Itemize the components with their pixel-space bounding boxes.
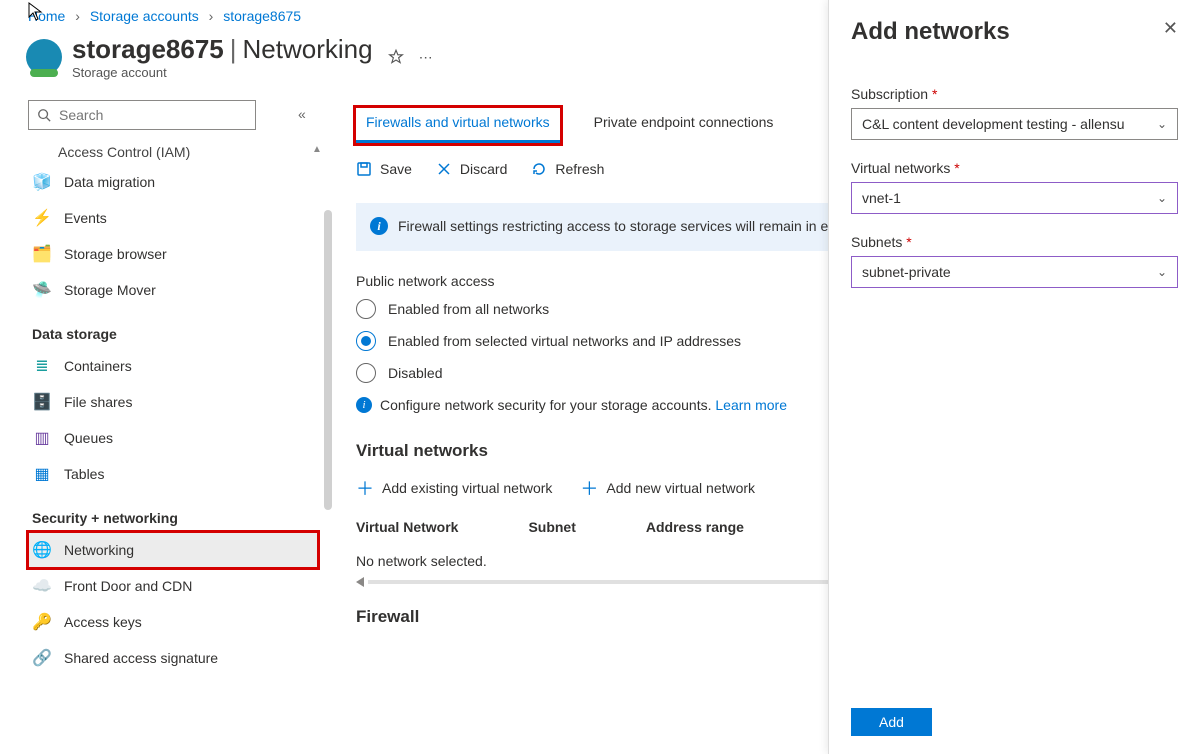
sidebar-item-file-shares[interactable]: 🗄️File shares xyxy=(28,384,318,420)
virtual-networks-label: Virtual networks * xyxy=(851,160,1178,176)
front-door-icon: ☁️ xyxy=(32,576,52,596)
storage-mover-icon: 🛸 xyxy=(32,280,52,300)
radio-icon xyxy=(356,299,376,319)
save-button[interactable]: Save xyxy=(356,161,412,177)
chevron-right-icon: › xyxy=(75,8,80,24)
tab-private-endpoint[interactable]: Private endpoint connections xyxy=(592,108,776,143)
sidebar-section-data-storage: Data storage xyxy=(32,326,318,342)
sidebar-item-containers[interactable]: ≣Containers xyxy=(28,348,318,384)
sidebar-item-storage-mover[interactable]: 🛸Storage Mover xyxy=(28,272,318,308)
events-icon: ⚡ xyxy=(32,208,52,228)
containers-icon: ≣ xyxy=(32,356,52,376)
favorite-star-icon[interactable] xyxy=(387,48,405,66)
shared-access-signature-icon: 🔗 xyxy=(32,648,52,668)
networking-icon: 🌐 xyxy=(32,540,52,560)
subnets-dropdown[interactable]: subnet-private ⌄ xyxy=(851,256,1178,288)
sidebar-item-tables[interactable]: ▦Tables xyxy=(28,456,318,492)
sidebar-item-storage-browser[interactable]: 🗂️Storage browser xyxy=(28,236,318,272)
save-icon xyxy=(356,161,372,177)
close-icon[interactable]: ✕ xyxy=(1163,18,1178,39)
sidebar-item-data-migration[interactable]: 🧊Data migration xyxy=(28,164,318,200)
radio-selected-icon xyxy=(356,331,376,351)
collapse-sidebar-icon[interactable]: « xyxy=(298,106,306,122)
subscription-label: Subscription * xyxy=(851,86,1178,102)
page-title: storage8675|Networking xyxy=(72,34,373,65)
sidebar-item-access-control[interactable]: Access Control (IAM) xyxy=(28,140,318,164)
add-new-vnet-button[interactable]: ＋Add new virtual network xyxy=(580,475,755,501)
flyout-title: Add networks xyxy=(851,18,1010,46)
resource-type-label: Storage account xyxy=(72,65,373,80)
storage-browser-icon: 🗂️ xyxy=(32,244,52,264)
sidebar-item-sas[interactable]: 🔗Shared access signature xyxy=(28,640,318,676)
sidebar-section-security: Security + networking xyxy=(32,510,318,526)
sidebar-item-events[interactable]: ⚡Events xyxy=(28,200,318,236)
cursor-icon xyxy=(28,2,44,25)
add-networks-panel: Add networks ✕ Subscription * C&L conten… xyxy=(828,0,1200,754)
refresh-button[interactable]: Refresh xyxy=(531,161,604,177)
col-subnet: Subnet xyxy=(528,519,575,535)
sidebar-search[interactable] xyxy=(28,100,256,130)
add-button[interactable]: Add xyxy=(851,708,932,736)
discard-icon xyxy=(436,161,452,177)
data-migration-icon: 🧊 xyxy=(32,172,52,192)
plus-icon: ＋ xyxy=(580,475,598,501)
subscription-dropdown[interactable]: C&L content development testing - allens… xyxy=(851,108,1178,140)
col-address-range: Address range xyxy=(646,519,744,535)
tables-icon: ▦ xyxy=(32,464,52,484)
file-shares-icon: 🗄️ xyxy=(32,392,52,412)
chevron-down-icon: ⌄ xyxy=(1157,191,1167,205)
refresh-icon xyxy=(531,161,547,177)
more-menu-icon[interactable]: ⋯ xyxy=(419,49,433,66)
plus-icon: ＋ xyxy=(356,475,374,501)
search-input[interactable] xyxy=(57,106,247,124)
storage-account-icon xyxy=(26,39,62,75)
chevron-down-icon: ⌄ xyxy=(1157,117,1167,131)
subnets-label: Subnets * xyxy=(851,234,1178,250)
breadcrumb-storage-accounts[interactable]: Storage accounts xyxy=(90,8,199,24)
add-existing-vnet-button[interactable]: ＋Add existing virtual network xyxy=(356,475,552,501)
sidebar-item-queues[interactable]: ▥Queues xyxy=(28,420,318,456)
sidebar-item-access-keys[interactable]: 🔑Access keys xyxy=(28,604,318,640)
info-icon: i xyxy=(370,217,388,235)
chevron-right-icon: › xyxy=(209,8,214,24)
breadcrumb-storage8675[interactable]: storage8675 xyxy=(223,8,301,24)
queues-icon: ▥ xyxy=(32,428,52,448)
discard-button[interactable]: Discard xyxy=(436,161,507,177)
chevron-down-icon: ⌄ xyxy=(1157,265,1167,279)
learn-more-link[interactable]: Learn more xyxy=(715,397,787,413)
virtual-networks-dropdown[interactable]: vnet-1 ⌄ xyxy=(851,182,1178,214)
sidebar-item-front-door[interactable]: ☁️Front Door and CDN xyxy=(28,568,318,604)
info-icon: i xyxy=(356,397,372,413)
access-keys-icon: 🔑 xyxy=(32,612,52,632)
sidebar-item-networking[interactable]: 🌐Networking xyxy=(28,532,318,568)
tab-firewalls-vnets[interactable]: Firewalls and virtual networks xyxy=(356,108,560,143)
col-virtual-network: Virtual Network xyxy=(356,519,458,535)
scroll-left-arrow-icon[interactable] xyxy=(356,577,364,587)
search-icon xyxy=(37,108,51,122)
radio-icon xyxy=(356,363,376,383)
